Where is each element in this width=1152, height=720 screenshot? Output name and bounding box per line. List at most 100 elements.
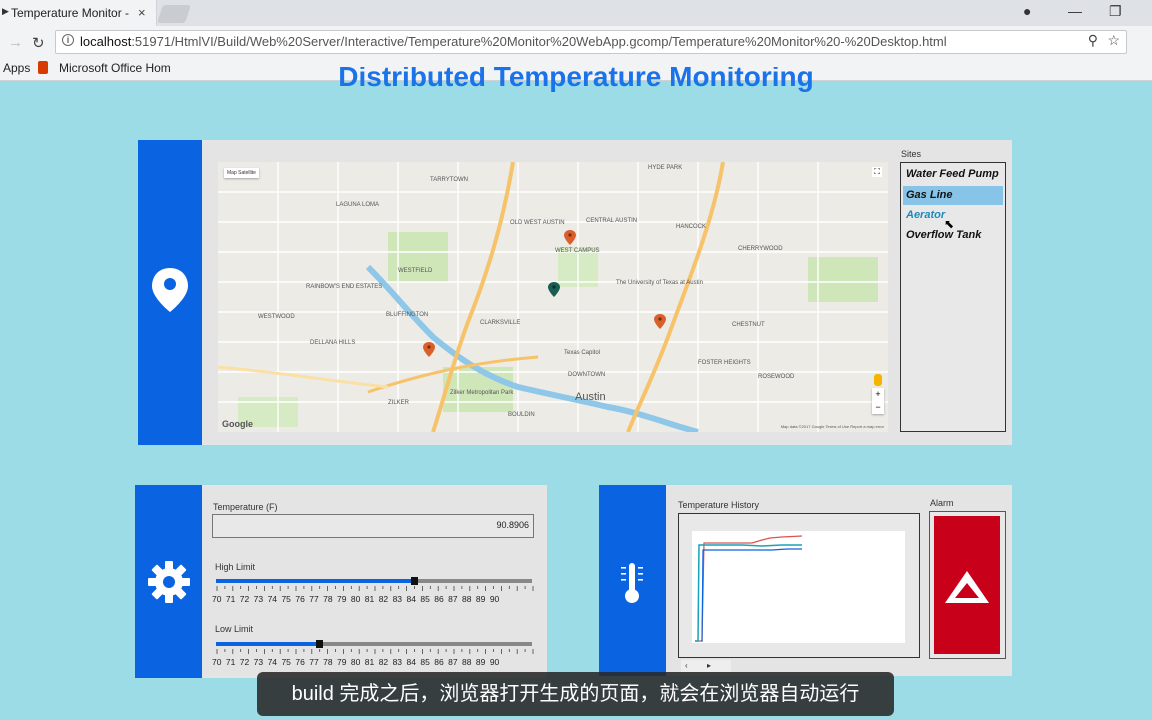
map-place-label: CHERRYWOOD (738, 246, 783, 252)
scale-label: 80 (350, 594, 361, 604)
chart-plot-area (692, 531, 905, 643)
controls-panel-sidebar (135, 485, 202, 678)
scale-label: 78 (323, 657, 333, 667)
map-type-map[interactable]: Map (227, 170, 237, 176)
scale-label: 88 (462, 594, 472, 604)
map-place-label: Zilker Metropolitan Park (450, 390, 514, 396)
low-limit-label: Low Limit (215, 624, 254, 634)
scale-label: 70 (212, 594, 222, 604)
map-place-label: OLD WEST AUSTIN (510, 220, 565, 226)
site-marker[interactable] (548, 282, 560, 297)
page-title: Distributed Temperature Monitoring (0, 67, 1152, 95)
scale-label: 79 (337, 657, 347, 667)
tab-favicon-icon: ▶ (2, 6, 9, 16)
scale-label: 87 (448, 594, 458, 604)
high-limit-label: High Limit (215, 562, 256, 572)
site-marker[interactable] (564, 230, 576, 245)
map-place-label: WESTFIELD (398, 268, 433, 274)
scroll-left-icon[interactable]: ‹ (685, 661, 688, 670)
map-place-label: CLARKSVILLE (480, 320, 521, 326)
history-series-line (695, 544, 802, 642)
info-icon[interactable]: i (62, 34, 74, 46)
scale-label: 85 (420, 657, 430, 667)
page-title-text: Distributed Temperature Monitoring (338, 67, 814, 92)
thermometer-icon (621, 563, 643, 603)
map-place-label: DOWNTOWN (568, 372, 606, 378)
scale-label: 90 (489, 657, 500, 667)
scale-label: 74 (267, 594, 278, 604)
google-logo: Google (222, 419, 253, 429)
new-tab-button[interactable] (157, 5, 191, 23)
warning-triangle-icon (945, 571, 989, 603)
scale-label: 90 (489, 594, 500, 604)
scale-label: 73 (253, 594, 264, 604)
scale-label: 86 (434, 657, 444, 667)
tab-title: Temperature Monitor - D (11, 6, 131, 20)
map-place-label: DELLANA HILLS (310, 340, 356, 346)
map-place-label: BOULDIN (508, 412, 535, 418)
street-view-icon[interactable] (874, 374, 882, 386)
browser-tabbar: ▶ Temperature Monitor - D × ● — ❐ (0, 0, 1152, 26)
mouse-cursor-icon: ⬉ (944, 217, 955, 231)
zoom-out-button[interactable]: − (872, 401, 884, 414)
map-place-label: The University of Texas at Austin (616, 280, 703, 286)
video-subtitle: build 完成之后，浏览器打开生成的页面，就会在浏览器自动运行 (257, 672, 894, 716)
scale-label: 73 (253, 657, 264, 667)
search-icon[interactable]: ⚲ (1088, 32, 1098, 49)
site-marker[interactable] (423, 342, 435, 357)
chart-scroll-control[interactable]: ‹ ▸ (681, 660, 731, 672)
map-view[interactable]: HYDE PARK TARRYTOWN LAGUNA LOMA CENTRAL … (218, 162, 888, 432)
map-place-label: FOSTER HEIGHTS (698, 360, 751, 366)
high-limit-fill (216, 579, 414, 583)
address-bar[interactable]: i localhost:51971/HtmlVI/Build/Web%20Ser… (55, 30, 1127, 54)
url-text[interactable]: localhost:51971/HtmlVI/Build/Web%20Serve… (80, 34, 947, 49)
minimize-icon[interactable]: — (1068, 3, 1082, 19)
scroll-right-icon[interactable]: ▸ (707, 661, 711, 670)
zoom-in-button[interactable]: + (872, 388, 884, 401)
map-place-label: BLUFFINGTON (386, 312, 429, 318)
high-limit-thumb[interactable] (411, 577, 418, 585)
low-limit-thumb[interactable] (316, 640, 323, 648)
scale-label: 89 (475, 594, 486, 604)
scale-label: 82 (378, 594, 389, 604)
map-attribution[interactable]: Map data ©2017 Google Terms of Use Repor… (781, 424, 884, 429)
site-item-water-feed-pump[interactable]: Water Feed Pump (903, 165, 1003, 184)
history-series-line (701, 548, 802, 642)
temperature-value: 90.8906 (496, 520, 529, 530)
fullscreen-icon[interactable]: ⛶ (872, 167, 882, 177)
restore-icon[interactable]: ❐ (1109, 3, 1122, 20)
scale-label: 84 (406, 657, 416, 667)
temperature-indicator: 90.8906 (212, 514, 534, 538)
site-marker[interactable] (654, 314, 666, 329)
map-canvas[interactable] (218, 162, 888, 432)
history-label: Temperature History (678, 500, 760, 510)
scale-label: 81 (364, 594, 375, 604)
scale-label: 83 (392, 657, 403, 667)
back-icon[interactable]: → (8, 34, 23, 51)
url-host: localhost (80, 34, 132, 49)
history-panel-sidebar (599, 485, 666, 676)
map-place-label: ZILKER (388, 400, 410, 406)
browser-tab[interactable]: ▶ Temperature Monitor - D × (0, 0, 157, 26)
low-limit-fill (216, 642, 319, 646)
low-limit-scale: 70 71 72 73 74 75 76 77 78 79 80 81 82 83 84 85 86 87 88 89… (212, 657, 504, 667)
reload-icon[interactable]: ↻ (32, 34, 45, 52)
map-place-label: HANCOCK (676, 224, 707, 230)
temperature-history-chart (678, 513, 920, 658)
tab-close-icon[interactable]: × (138, 5, 146, 20)
temperature-label: Temperature (F) (213, 502, 278, 512)
site-item-gas-line[interactable]: Gas Line (903, 186, 1003, 205)
scale-label: 70 (212, 657, 222, 667)
map-pin-icon (152, 268, 188, 312)
map-place-label: LAGUNA LOMA (336, 202, 380, 208)
browser-toolbar: → ↻ i localhost:51971/HtmlVI/Build/Web%2… (0, 26, 1152, 58)
map-place-label: TARRYTOWN (430, 177, 469, 183)
profile-icon[interactable]: ● (1023, 3, 1031, 19)
gear-icon (148, 561, 190, 603)
map-type-toggle[interactable]: Map Satellite (224, 168, 259, 178)
scale-label: 85 (420, 594, 430, 604)
sites-list[interactable]: Water Feed Pump Gas Line Aerator Overflo… (900, 162, 1006, 432)
bookmark-star-icon[interactable]: ☆ (1107, 32, 1120, 49)
map-type-satellite[interactable]: Satellite (238, 170, 256, 176)
scale-label: 81 (364, 657, 375, 667)
